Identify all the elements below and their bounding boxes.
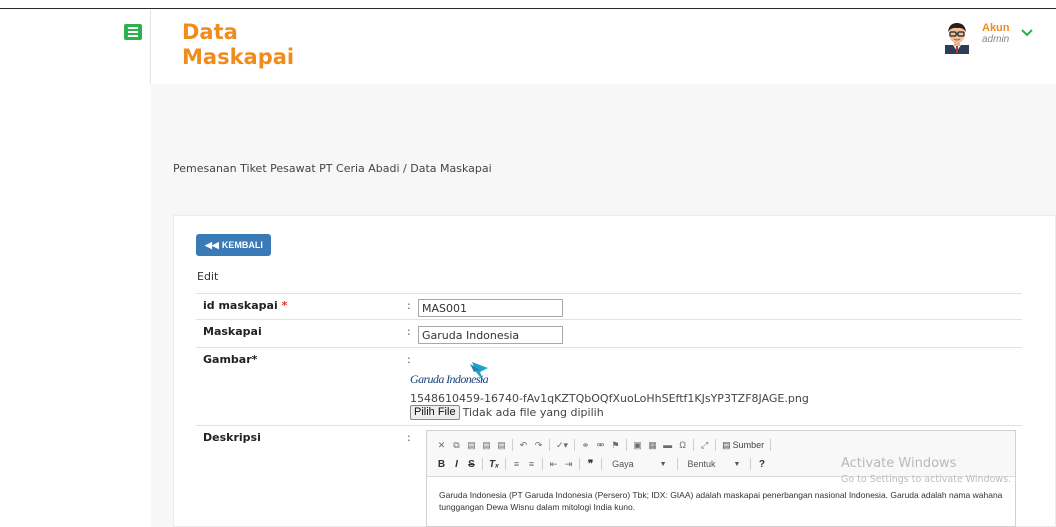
breadcrumb: Pemesanan Tiket Pesawat PT Ceria Abadi /…	[173, 162, 492, 175]
image-filename: 1548610459-16740-fAv1qKZTQbOQfXuoLoHhSEf…	[410, 392, 809, 405]
special-character-icon[interactable]: Ω	[678, 439, 687, 451]
header-divider	[150, 9, 151, 84]
back-button-label: KEMBALI	[221, 240, 263, 250]
blockquote-icon[interactable]: ❞	[586, 458, 595, 470]
toolbar-separator	[770, 439, 772, 451]
numbered-list-icon[interactable]: ≡	[512, 458, 521, 470]
maskapai-input[interactable]	[418, 326, 563, 344]
field-colon: :	[407, 325, 411, 338]
dropdown-arrow-icon: ▼	[733, 460, 741, 468]
image-icon[interactable]: ▣	[633, 439, 642, 451]
id-maskapai-input[interactable]	[418, 299, 563, 317]
activate-windows-subtitle: Go to Settings to activate Windows.	[841, 474, 1012, 485]
paste-text-icon[interactable]: ▤	[482, 439, 491, 451]
copy-icon[interactable]: ⧉	[452, 439, 461, 451]
style-select-label: Gaya	[612, 459, 634, 469]
sidebar-collapsed	[0, 9, 150, 527]
italic-icon[interactable]: I	[452, 458, 461, 470]
field-label-id-text: id maskapai	[203, 299, 278, 312]
toolbar-separator	[505, 458, 507, 470]
redo-icon[interactable]: ↷	[534, 439, 543, 451]
toolbar-separator	[750, 458, 752, 470]
chevron-down-icon[interactable]	[1020, 28, 1034, 38]
toolbar-separator	[512, 439, 513, 451]
anchor-flag-icon[interactable]: ⚑	[611, 439, 620, 451]
strikethrough-icon[interactable]: S	[467, 458, 476, 470]
toolbar-separator	[693, 439, 695, 451]
field-label-id: id maskapai *	[203, 299, 287, 312]
file-picker: Pilih File Tidak ada file yang dipilih	[410, 405, 604, 420]
unlink-icon[interactable]: ⚮	[596, 439, 605, 451]
source-label: Sumber	[732, 440, 765, 450]
source-button[interactable]: ▤ Sumber	[722, 440, 764, 451]
table-icon[interactable]: ▦	[648, 439, 657, 451]
remove-format-icon[interactable]: Tₓ	[489, 458, 499, 470]
format-select-label: Bentuk	[687, 459, 716, 469]
field-colon: :	[407, 299, 411, 312]
toolbar-separator	[601, 458, 603, 470]
form-row-name: Maskapai :	[196, 319, 1022, 347]
back-button[interactable]: ◀◀ KEMBALI	[196, 234, 271, 256]
editor-content[interactable]: Garuda Indonesia (PT Garuda Indonesia (P…	[439, 489, 1005, 513]
double-chevron-left-icon: ◀◀	[205, 239, 219, 250]
cut-icon[interactable]: ✕	[437, 439, 446, 451]
toolbar-row-2: B I S Tₓ ≡ ≡ ⇤ ⇥ ❞ Gaya ▼ Bentuk ▼ ?	[437, 456, 766, 472]
app-window: Data Maskapai Akun admin Pemesanan Tiket…	[0, 0, 1056, 527]
page-title-line1: Data	[182, 20, 238, 44]
paste-word-icon[interactable]: ▤	[497, 439, 506, 451]
account-name: Akun	[982, 22, 1010, 34]
user-avatar-icon	[940, 20, 974, 54]
toolbar-separator	[715, 439, 717, 451]
page-title-line2: Maskapai	[182, 45, 295, 69]
page-title: Data Maskapai	[182, 20, 294, 70]
toolbar-separator	[579, 458, 581, 470]
field-colon: :	[407, 431, 411, 444]
decrease-indent-icon[interactable]: ⇤	[549, 458, 558, 470]
help-icon[interactable]: ?	[757, 458, 766, 470]
paste-icon[interactable]: ▤	[467, 439, 476, 451]
toolbar-separator	[482, 458, 483, 470]
toolbar-separator	[549, 439, 550, 451]
horizontal-line-icon[interactable]: ▬	[663, 439, 672, 451]
form-row-image: Gambar* :	[196, 347, 1022, 425]
activate-windows-title: Activate Windows	[841, 456, 957, 471]
toolbar-separator	[626, 439, 628, 451]
toolbar-row-1: ✕ ⧉ ▤ ▤ ▤ ↶ ↷ ✓▾ ⚭ ⚮ ⚑ ▣ ▦ ▬ Ω ⤢ ▤ Sumbe…	[437, 437, 772, 453]
field-label-image: Gambar*	[203, 353, 258, 366]
increase-indent-icon[interactable]: ⇥	[564, 458, 573, 470]
spellcheck-icon[interactable]: ✓▾	[556, 439, 568, 451]
account-menu[interactable]: Akun admin	[940, 20, 1034, 56]
toolbar-separator	[574, 439, 576, 451]
airline-logo-text: Garuda Indonesia	[410, 372, 489, 386]
dropdown-arrow-icon: ▼	[659, 460, 667, 468]
choose-file-button[interactable]: Pilih File	[410, 405, 460, 420]
file-status-text: Tidak ada file yang dipilih	[462, 406, 604, 419]
hamburger-menu-icon[interactable]	[124, 24, 142, 40]
form-mode-label: Edit	[197, 270, 219, 283]
toolbar-separator	[676, 458, 678, 470]
style-select[interactable]: Gaya ▼	[608, 457, 670, 471]
toolbar-separator	[542, 458, 544, 470]
undo-icon[interactable]: ↶	[519, 439, 528, 451]
field-label-description: Deskripsi	[203, 431, 261, 444]
airline-logo-image: Garuda Indonesia	[410, 360, 500, 386]
link-icon[interactable]: ⚭	[581, 439, 590, 451]
bold-icon[interactable]: B	[437, 458, 446, 470]
maximize-icon[interactable]: ⤢	[700, 439, 709, 451]
format-select[interactable]: Bentuk ▼	[684, 457, 745, 471]
top-border	[0, 8, 1056, 9]
account-role: admin	[982, 34, 1010, 45]
field-label-name: Maskapai	[203, 325, 262, 338]
form-row-id: id maskapai * :	[196, 293, 1022, 319]
required-mark: *	[281, 299, 288, 312]
bulleted-list-icon[interactable]: ≡	[527, 458, 536, 470]
account-text: Akun admin	[982, 22, 1010, 46]
source-icon: ▤	[722, 439, 731, 450]
